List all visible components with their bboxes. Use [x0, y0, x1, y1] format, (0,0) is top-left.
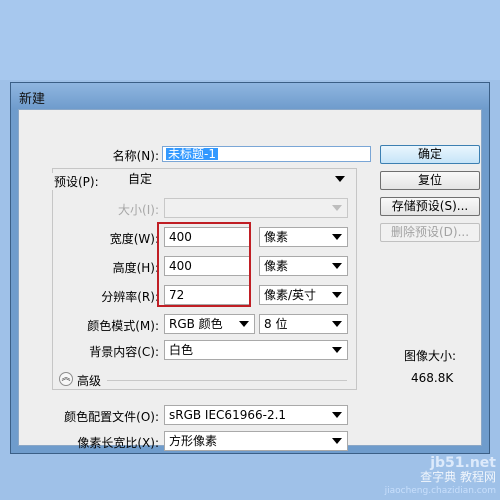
dialog-title: 新建 [19, 92, 46, 107]
advanced-toggle-button[interactable]: ︽ [59, 372, 73, 386]
background-arrow-icon [332, 347, 342, 353]
pixel-aspect-label: 像素长宽比(X): [77, 436, 159, 450]
pixel-aspect-select[interactable]: 方形像素 [164, 431, 348, 451]
color-profile-value: sRGB IEC61966-2.1 [169, 408, 287, 422]
height-input[interactable]: 400 [164, 256, 250, 276]
image-size-label: 图像大小: [404, 349, 457, 363]
background-value: 白色 [169, 343, 194, 357]
width-unit-value: 像素 [264, 230, 289, 244]
color-profile-arrow-icon [332, 412, 342, 418]
size-dropdown-arrow-icon [332, 205, 342, 211]
ok-button[interactable]: 确定 [380, 145, 480, 164]
color-mode-arrow-icon [239, 321, 249, 327]
background-label: 背景内容(C): [89, 345, 159, 359]
width-label: 宽度(W): [109, 232, 159, 246]
resolution-unit-arrow-icon [332, 292, 342, 298]
height-label: 高度(H): [112, 261, 159, 275]
color-mode-label: 颜色模式(M): [87, 319, 159, 333]
resolution-unit-select[interactable]: 像素/英寸 [259, 285, 348, 305]
save-preset-button[interactable]: 存储预设(S)... [380, 197, 480, 216]
width-input[interactable]: 400 [164, 227, 250, 247]
pixel-aspect-arrow-icon [332, 438, 342, 444]
desktop-background [0, 0, 500, 80]
watermark-site: jb51.net [430, 455, 496, 471]
width-value: 400 [169, 230, 192, 244]
height-unit-value: 像素 [264, 259, 289, 273]
bit-depth-value: 8 位 [264, 317, 288, 331]
image-size-value: 468.8K [411, 371, 454, 385]
width-unit-arrow-icon [332, 234, 342, 240]
size-label: 大小(I): [118, 203, 159, 217]
height-value: 400 [169, 259, 192, 273]
color-mode-select[interactable]: RGB 颜色 [164, 314, 255, 334]
background-select[interactable]: 白色 [164, 340, 348, 360]
preset-select[interactable]: 自定 [124, 170, 350, 190]
resolution-unit-value: 像素/英寸 [264, 288, 317, 302]
resolution-label: 分辨率(R): [101, 290, 159, 304]
dialog-client: 名称(N): 未标题-1 预设(P): 自定 大小(I): 宽度(W): 400… [18, 109, 482, 451]
watermark-url: jiaocheng.chazidian.com [384, 486, 496, 496]
double-chevron-up-icon: ︽ [61, 373, 71, 383]
reset-button[interactable]: 复位 [380, 171, 480, 190]
color-profile-label: 颜色配置文件(O): [64, 410, 159, 424]
color-profile-select[interactable]: sRGB IEC61966-2.1 [164, 405, 348, 425]
preset-dropdown-arrow-icon [335, 176, 345, 182]
height-unit-select[interactable]: 像素 [259, 256, 348, 276]
delete-preset-button[interactable]: 删除预设(D)... [380, 223, 480, 242]
preset-label: 预设(P): [52, 173, 124, 190]
size-select[interactable] [164, 198, 348, 218]
name-field[interactable]: 未标题-1 [162, 146, 371, 162]
dialog-titlebar[interactable]: 新建 [11, 83, 489, 109]
pixel-aspect-value: 方形像素 [169, 434, 218, 448]
bit-depth-select[interactable]: 8 位 [259, 314, 348, 334]
color-mode-value: RGB 颜色 [169, 317, 223, 331]
name-value: 未标题-1 [166, 147, 218, 161]
resolution-input[interactable]: 72 [164, 285, 250, 305]
watermark-brand: 查字典 教程网 [420, 470, 496, 484]
new-document-dialog: 新建 名称(N): 未标题-1 预设(P): 自定 大小(I): 宽度(W): … [10, 82, 490, 454]
preset-value: 自定 [128, 172, 153, 186]
height-unit-arrow-icon [332, 263, 342, 269]
watermark: jb51.net 查字典 教程网 jiaocheng.chazidian.com [385, 456, 496, 498]
resolution-value: 72 [169, 288, 185, 302]
name-label: 名称(N): [112, 149, 159, 163]
advanced-label: 高级 [77, 374, 102, 388]
width-unit-select[interactable]: 像素 [259, 227, 348, 247]
bit-depth-arrow-icon [332, 321, 342, 327]
advanced-separator [107, 380, 347, 381]
